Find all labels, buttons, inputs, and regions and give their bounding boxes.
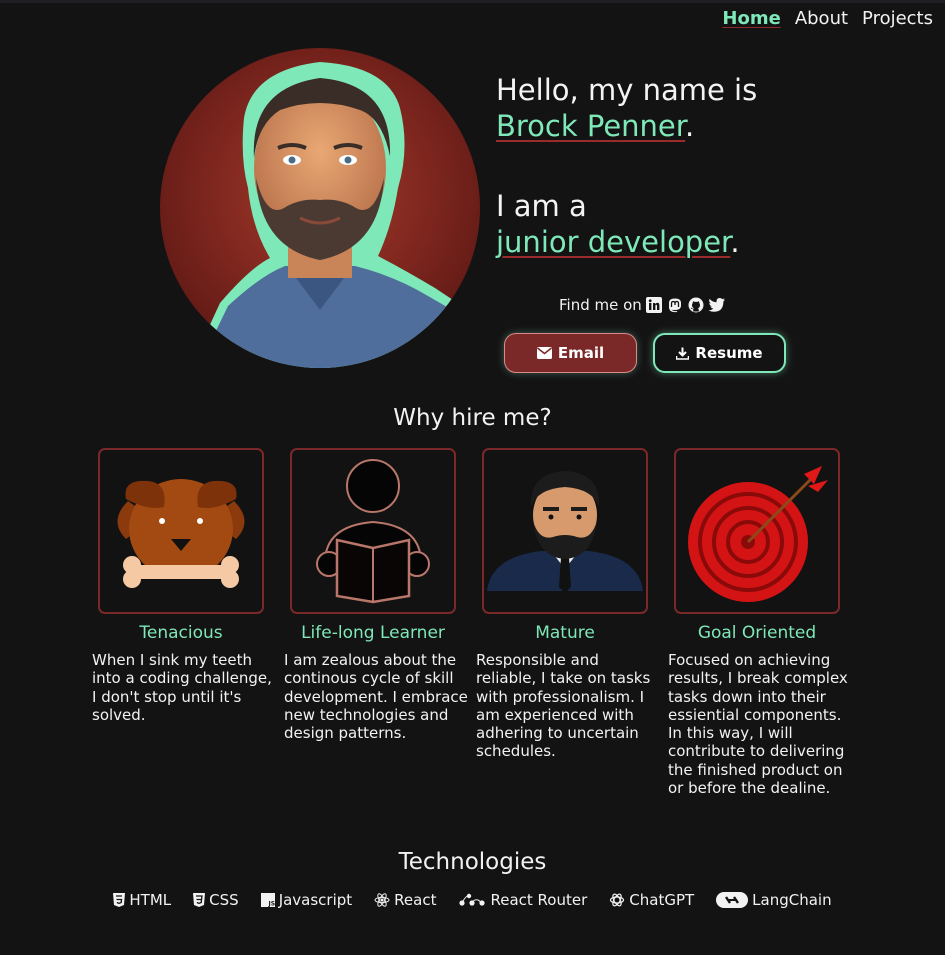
tech-item-chatgpt: ChatGPT xyxy=(609,891,694,909)
tech-item-langchain: LangChain xyxy=(716,891,832,909)
tech-item-html: HTML xyxy=(113,891,171,909)
js-icon: JS xyxy=(260,893,275,908)
nav-projects-link[interactable]: Projects xyxy=(862,8,933,29)
trait-description: Focused on achieving results, I break co… xyxy=(668,651,848,798)
hero-role-period: . xyxy=(730,225,740,259)
hero-role-lead: I am a xyxy=(496,189,587,223)
tech-label: React Router xyxy=(490,891,588,909)
tech-item-css: CSS xyxy=(193,891,239,909)
resume-button-label: Resume xyxy=(695,344,763,362)
tech-label: Javascript xyxy=(278,891,353,909)
social-links: Find me on xyxy=(559,296,726,314)
trait-description: When I sink my teeth into a coding chall… xyxy=(92,651,272,724)
tech-item-react-router: React Router xyxy=(458,891,587,909)
trait-image-box xyxy=(290,448,456,614)
linkedin-icon[interactable] xyxy=(645,296,663,314)
tech-label: LangChain xyxy=(752,891,832,909)
mastodon-icon[interactable] xyxy=(666,296,684,314)
dog-with-bone-icon xyxy=(117,479,245,588)
businessman-icon xyxy=(487,471,643,593)
react-icon xyxy=(374,892,390,908)
trait-card-goal-oriented: Goal Oriented Focused on achieving resul… xyxy=(668,448,860,797)
trait-description: Responsible and reliable, I take on task… xyxy=(476,651,651,761)
reader-with-book-icon xyxy=(316,459,430,604)
trait-image-box xyxy=(482,448,648,614)
css3-icon xyxy=(193,893,206,907)
hero-intro: Hello, my name is Brock Penner. I am a j… xyxy=(496,72,757,260)
tech-item-react: React xyxy=(374,891,436,909)
tech-label: React xyxy=(394,891,437,909)
trait-title: Mature xyxy=(535,623,595,643)
trait-description: I am zealous about the continous cycle o… xyxy=(284,651,468,743)
profile-portrait xyxy=(160,48,480,368)
trait-title: Tenacious xyxy=(139,623,223,643)
main-nav: Home About Projects xyxy=(722,8,933,29)
tech-label: CSS xyxy=(209,891,239,909)
trait-card-mature: Mature Responsible and reliable, I take … xyxy=(476,448,668,761)
react-router-icon xyxy=(458,893,486,907)
why-hire-title: Why hire me? xyxy=(393,405,552,431)
email-button[interactable]: Email xyxy=(504,333,637,373)
hero-greeting: Hello, my name is xyxy=(496,73,758,107)
technologies-title: Technologies xyxy=(398,849,547,875)
langchain-icon xyxy=(716,892,749,908)
tech-item-javascript: JS Javascript xyxy=(260,891,353,909)
trait-title: Goal Oriented xyxy=(697,623,817,643)
hero-name: Brock Penner xyxy=(496,109,686,143)
social-label: Find me on xyxy=(559,296,642,314)
hero-name-period: . xyxy=(685,109,695,143)
resume-button[interactable]: Resume xyxy=(653,333,786,373)
nav-home-link[interactable]: Home xyxy=(722,8,780,29)
download-icon xyxy=(676,347,690,360)
technologies-list: HTML CSS JS Javascript React React Route… xyxy=(0,891,945,909)
trait-card-tenacious: Tenacious When I sink my teeth into a co… xyxy=(92,448,284,724)
openai-icon xyxy=(609,892,625,908)
email-button-label: Email xyxy=(557,344,605,362)
trait-image-box xyxy=(98,448,264,614)
tech-label: HTML xyxy=(129,891,172,909)
html5-icon xyxy=(113,893,126,907)
trait-card-lifelong-learner: Life-long Learner I am zealous about the… xyxy=(284,448,476,742)
trait-image-box xyxy=(674,448,840,614)
envelope-icon xyxy=(536,347,552,359)
twitter-icon[interactable] xyxy=(708,296,726,314)
nav-about-link[interactable]: About xyxy=(795,8,848,29)
tech-label: ChatGPT xyxy=(629,891,695,909)
svg-text:JS: JS xyxy=(267,901,275,908)
trait-title: Life-long Learner xyxy=(301,623,445,643)
top-edge-bar xyxy=(0,0,945,3)
target-icon xyxy=(688,466,828,602)
github-icon[interactable] xyxy=(687,296,705,314)
hero-role: junior developer xyxy=(496,225,731,259)
